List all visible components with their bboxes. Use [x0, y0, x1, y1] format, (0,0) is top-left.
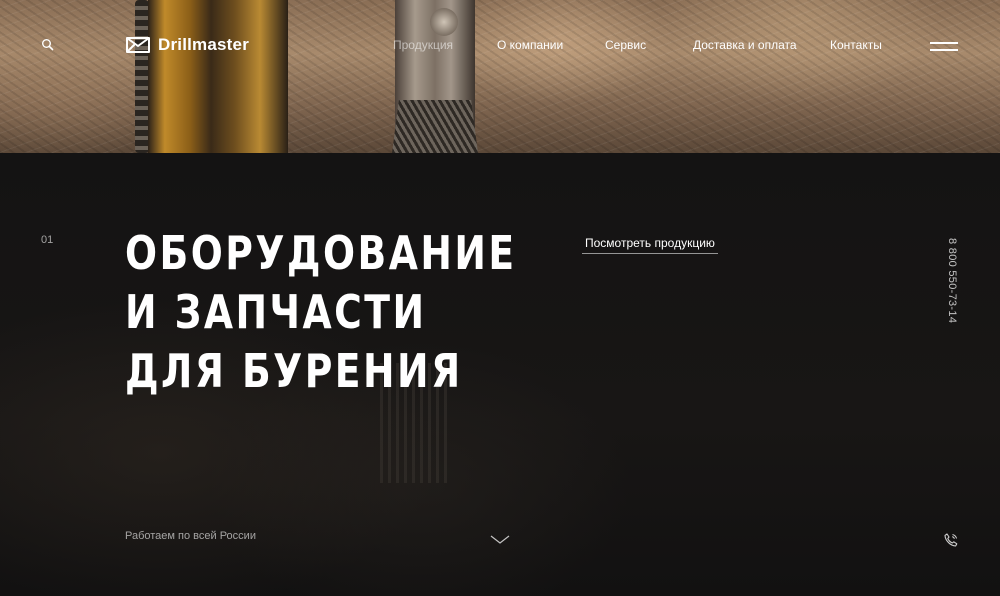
hero-title-line: ДЛЯ БУРЕНИЯ [125, 344, 463, 398]
slide-number: 01 [41, 234, 54, 246]
auger-tip [392, 100, 478, 153]
chevron-down-icon [490, 535, 510, 544]
view-products-link[interactable]: Посмотреть продукцию [582, 236, 718, 254]
nav-item-delivery[interactable]: Доставка и оплата [693, 38, 797, 52]
phone-icon [944, 533, 958, 547]
brand-name: Drillmaster [158, 35, 250, 54]
site-header: Drillmaster Продукция О компании Сервис … [0, 0, 1000, 90]
search-button[interactable] [41, 38, 55, 52]
logo-envelope-icon [126, 37, 150, 53]
hamburger-menu-button[interactable] [930, 40, 958, 52]
hero-title-line: ОБОРУДОВАНИЕ [125, 226, 517, 280]
nav-item-products[interactable]: Продукция [393, 38, 453, 52]
nav-item-contacts[interactable]: Контакты [830, 38, 882, 52]
hamburger-menu-icon [930, 42, 958, 44]
phone-number-link[interactable]: 8 800 550-73-14 [946, 238, 958, 323]
brand-logo[interactable]: Drillmaster [125, 35, 249, 55]
nav-item-about[interactable]: О компании [497, 38, 563, 52]
scroll-down-button[interactable] [490, 532, 510, 544]
hamburger-menu-icon-line [930, 49, 958, 51]
search-icon [42, 39, 54, 51]
hero-title: ОБОРУДОВАНИЕ И ЗАПЧАСТИ ДЛЯ БУРЕНИЯ [125, 224, 517, 401]
region-caption: Работаем по всей России [125, 530, 256, 542]
hero-title-line: И ЗАПЧАСТИ [125, 285, 427, 339]
call-button[interactable] [943, 532, 959, 548]
nav-item-service[interactable]: Сервис [605, 38, 646, 52]
